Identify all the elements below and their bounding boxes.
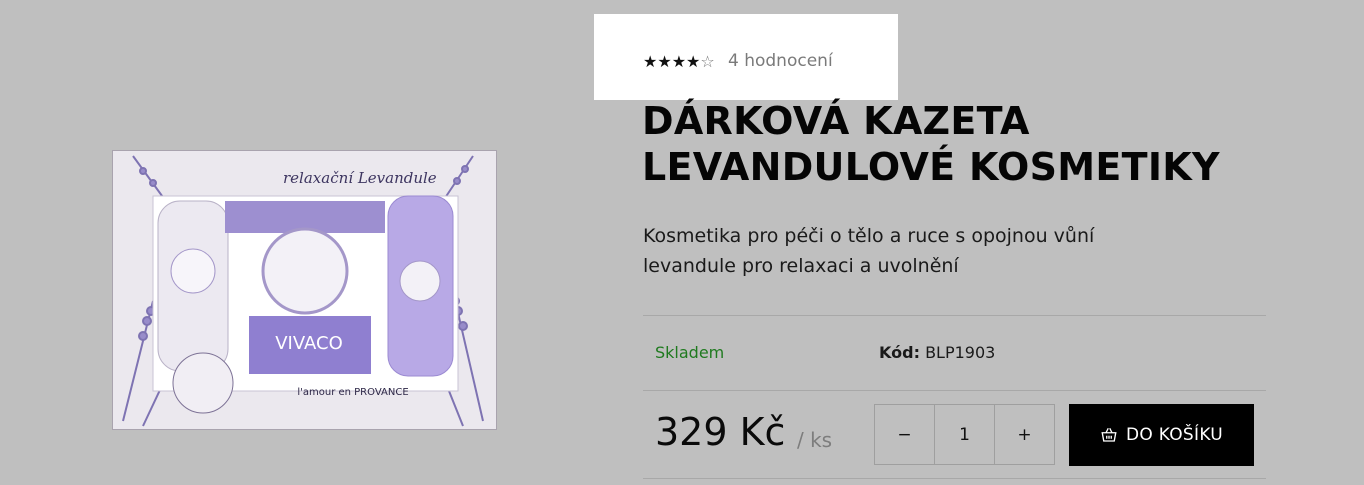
product-price: 329 Kč <box>655 410 786 454</box>
product-code-label: Kód: <box>879 343 920 362</box>
image-soap-text: VIVACO <box>275 333 343 354</box>
product-image[interactable]: relaxační Levandule VIVACO l'amour en PR… <box>112 150 497 430</box>
product-description-line1: Kosmetika pro péči o tělo a ruce s opojn… <box>643 225 1095 247</box>
rating-stars: ★★★★☆ <box>643 53 715 71</box>
basket-icon <box>1101 427 1117 442</box>
image-header-text: relaxační Levandule <box>283 169 437 187</box>
divider <box>643 390 1266 391</box>
quantity-increase-button[interactable]: + <box>995 405 1054 464</box>
product-description-line2: levandule pro relaxaci a uvolnění <box>643 255 959 277</box>
quantity-stepper[interactable]: − 1 + <box>874 404 1055 465</box>
divider <box>643 315 1266 316</box>
product-title: DÁRKOVÁ KAZETA LEVANDULOVÉ KOSMETIKY <box>642 98 1262 190</box>
product-title-line2: LEVANDULOVÉ KOSMETIKY <box>642 145 1220 189</box>
product-description: Kosmetika pro péči o tělo a ruce s opojn… <box>643 221 1203 281</box>
price-unit: / ks <box>797 428 833 452</box>
add-to-cart-button[interactable]: DO KOŠÍKU <box>1069 404 1254 466</box>
rating-box[interactable]: ★★★★☆ 4 hodnocení <box>594 14 898 100</box>
image-footer-text: l'amour en PROVANCE <box>297 387 408 398</box>
quantity-input[interactable]: 1 <box>934 405 995 464</box>
stock-status: Skladem <box>655 343 725 362</box>
add-to-cart-label: DO KOŠÍKU <box>1125 425 1224 445</box>
star-filled-icon: ★★★★ <box>643 52 701 71</box>
product-title-line1: DÁRKOVÁ KAZETA <box>642 99 1030 143</box>
product-box-illustration: relaxační Levandule VIVACO l'amour en PR… <box>113 151 496 429</box>
product-code-value: BLP1903 <box>925 343 996 362</box>
quantity-decrease-button[interactable]: − <box>875 405 934 464</box>
product-code: Kód: BLP1903 <box>879 343 995 362</box>
star-empty-icon: ☆ <box>700 52 715 71</box>
rating-count-link[interactable]: 4 hodnocení <box>728 51 833 71</box>
divider <box>643 478 1266 479</box>
